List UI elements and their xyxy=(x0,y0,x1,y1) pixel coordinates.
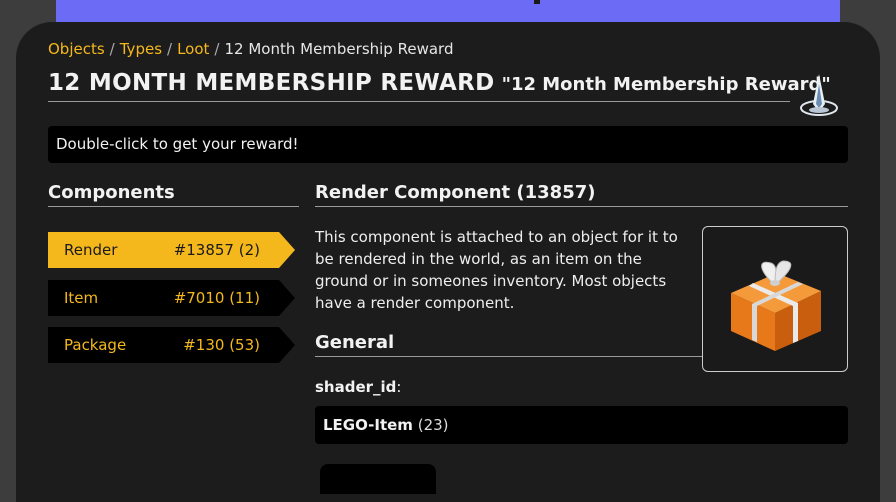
component-tab-item[interactable]: Item #7010 (11) xyxy=(48,280,295,316)
description-text: Double-click to get your reward! xyxy=(56,135,299,153)
component-tab-render[interactable]: Render #13857 (2) xyxy=(48,232,295,268)
description-box: Double-click to get your reward! xyxy=(48,126,848,163)
title-main: 12 MONTH MEMBERSHIP REWARD xyxy=(48,70,495,96)
breadcrumb-separator: / xyxy=(109,40,115,58)
component-tab-package[interactable]: Package #130 (53) xyxy=(48,327,295,363)
breadcrumb-types[interactable]: Types xyxy=(120,40,162,58)
title-subtitle: "12 Month Membership Reward" xyxy=(501,74,831,95)
banner-fragment xyxy=(534,0,540,4)
field-label: shader_id: xyxy=(315,377,401,397)
top-banner xyxy=(56,0,840,22)
field-value-box[interactable]: LEGO-Item (23) xyxy=(315,406,848,444)
component-description: This component is attached to an object … xyxy=(315,228,678,312)
field-name: shader_id xyxy=(315,378,397,396)
breadcrumb-separator: / xyxy=(167,40,173,58)
orange-gift-box-icon xyxy=(731,260,821,351)
breadcrumb-separator: / xyxy=(214,40,220,58)
component-tab-id: #7010 (11) xyxy=(173,289,260,307)
component-tab-id: #130 (53) xyxy=(183,336,260,354)
breadcrumb-loot[interactable]: Loot xyxy=(177,40,209,58)
page-title: 12 MONTH MEMBERSHIP REWARD "12 Month Mem… xyxy=(48,70,831,102)
general-heading: General xyxy=(315,332,702,357)
field-value-id: (23) xyxy=(417,416,449,434)
field-colon: : xyxy=(396,378,402,396)
bottom-panel-tab[interactable] xyxy=(320,464,436,494)
breadcrumb-objects[interactable]: Objects xyxy=(48,40,105,58)
breadcrumb-current: 12 Month Membership Reward xyxy=(224,40,454,58)
components-heading: Components xyxy=(48,182,299,207)
lego-universe-logo-icon[interactable] xyxy=(798,72,840,120)
component-tab-label: Item xyxy=(64,289,99,307)
field-value: LEGO-Item xyxy=(323,416,413,434)
component-tab-id: #13857 (2) xyxy=(173,241,260,259)
component-heading: Render Component (13857) xyxy=(315,182,848,207)
breadcrumb: Objects / Types / Loot/12 Month Membership R… xyxy=(48,40,453,58)
component-tab-label: Package xyxy=(64,336,127,354)
component-tab-label: Render xyxy=(64,241,118,259)
item-image xyxy=(702,226,848,372)
